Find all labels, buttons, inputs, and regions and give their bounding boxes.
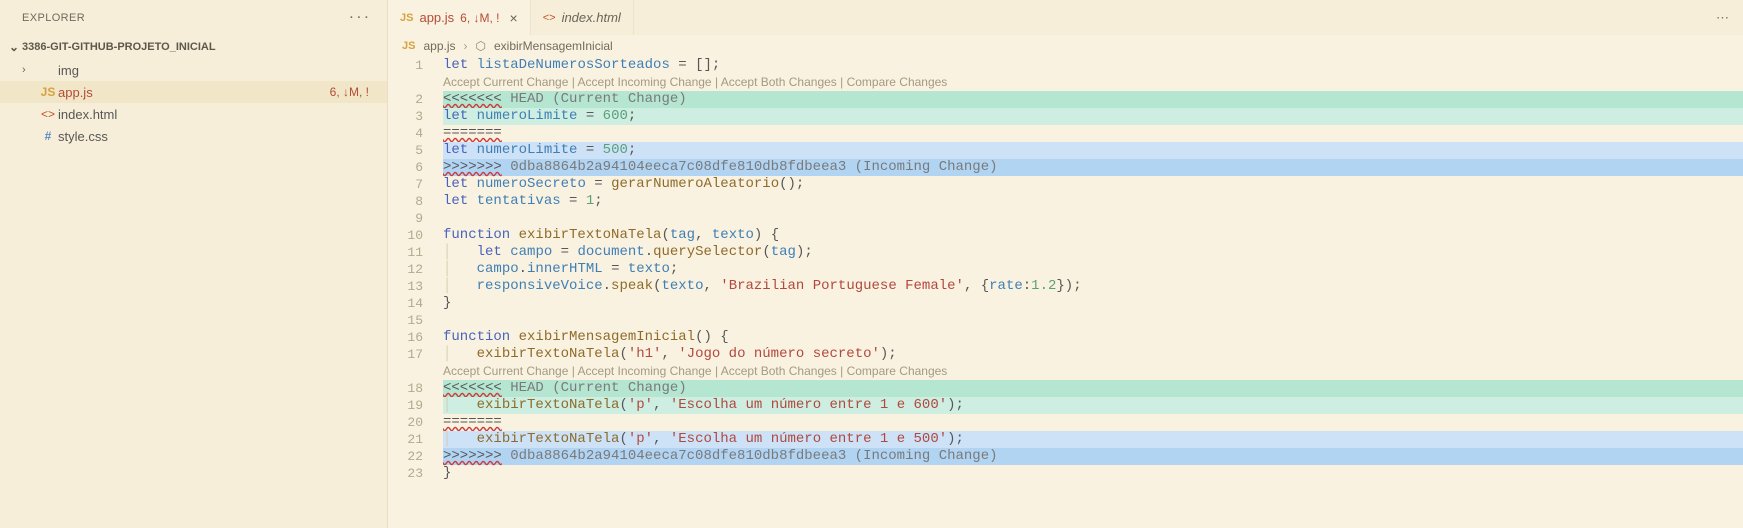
line-number: 3 [388, 108, 443, 125]
line-number: 11 [388, 244, 443, 261]
tab-label: app.js [419, 10, 454, 25]
line-number: 18 [388, 380, 443, 397]
line-number: 17 [388, 346, 443, 363]
line-number: 8 [388, 193, 443, 210]
explorer-actions[interactable]: · · · [344, 12, 369, 24]
tree-item-status: 6, ↓M, ! [330, 85, 369, 99]
line-number: 10 [388, 227, 443, 244]
js-icon: JS [400, 12, 413, 24]
css-icon: # [38, 129, 58, 143]
html-icon: <> [38, 107, 58, 121]
line-number: 2 [388, 91, 443, 108]
line-number: 12 [388, 261, 443, 278]
close-icon[interactable]: × [510, 10, 518, 26]
line-number: 19 [388, 397, 443, 414]
js-icon: JS [402, 40, 415, 52]
tree-item-label: style.css [58, 129, 387, 144]
tree-item-label: img [58, 63, 387, 78]
tree-file-stylecss[interactable]: # style.css [0, 125, 387, 147]
line-number: 15 [388, 312, 443, 329]
line-number: 13 [388, 278, 443, 295]
chevron-right-icon: › [464, 39, 468, 53]
codelens-actions[interactable]: Accept Current Change | Accept Incoming … [443, 363, 1743, 380]
explorer-sidebar: EXPLORER · · · ⌄ 3386-GIT-GITHUB-PROJETO… [0, 0, 388, 528]
explorer-title: EXPLORER [22, 12, 85, 24]
line-number: 22 [388, 448, 443, 465]
editor-tab-actions[interactable]: ⋯ [1716, 0, 1743, 35]
line-number: 16 [388, 329, 443, 346]
line-number: 14 [388, 295, 443, 312]
tree-folder-img[interactable]: › img [0, 59, 387, 81]
chevron-down-icon: ⌄ [6, 40, 22, 54]
tab-label: index.html [562, 10, 621, 25]
chevron-right-icon: › [22, 64, 38, 76]
tree-item-label: app.js [58, 85, 330, 100]
line-number: 6 [388, 159, 443, 176]
tree-file-indexhtml[interactable]: <> index.html [0, 103, 387, 125]
line-number: 5 [388, 142, 443, 159]
line-number: 20 [388, 414, 443, 431]
html-icon: <> [543, 12, 556, 24]
more-icon[interactable]: · · · [350, 12, 369, 24]
editor-area: JS app.js 6, ↓M, ! × <> index.html ⋯ JS … [388, 0, 1743, 528]
line-number: 1 [388, 57, 443, 74]
code-editor[interactable]: 1let listaDeNumerosSorteados = []; .Acce… [388, 57, 1743, 528]
tab-bar: JS app.js 6, ↓M, ! × <> index.html ⋯ [388, 0, 1743, 35]
line-number: 21 [388, 431, 443, 448]
breadcrumb-symbol: exibirMensagemInicial [494, 39, 613, 53]
line-number: 4 [388, 125, 443, 142]
tree-item-label: index.html [58, 107, 387, 122]
tab-status: 6, ↓M, ! [460, 11, 499, 25]
section-label: 3386-GIT-GITHUB-PROJETO_INICIAL [22, 41, 216, 53]
symbol-icon: ⬡ [476, 39, 486, 53]
file-tree: › img JS app.js 6, ↓M, ! <> index.html #… [0, 59, 387, 528]
line-number: 7 [388, 176, 443, 193]
breadcrumb[interactable]: JS app.js › ⬡ exibirMensagemInicial [388, 35, 1743, 57]
explorer-section-header[interactable]: ⌄ 3386-GIT-GITHUB-PROJETO_INICIAL [0, 35, 387, 59]
tab-appjs[interactable]: JS app.js 6, ↓M, ! × [388, 0, 531, 35]
codelens-actions[interactable]: Accept Current Change | Accept Incoming … [443, 74, 1743, 91]
breadcrumb-file: app.js [423, 39, 455, 53]
tab-indexhtml[interactable]: <> index.html [531, 0, 634, 35]
js-icon: JS [38, 85, 58, 99]
tree-file-appjs[interactable]: JS app.js 6, ↓M, ! [0, 81, 387, 103]
line-number: 9 [388, 210, 443, 227]
line-number: 23 [388, 465, 443, 482]
